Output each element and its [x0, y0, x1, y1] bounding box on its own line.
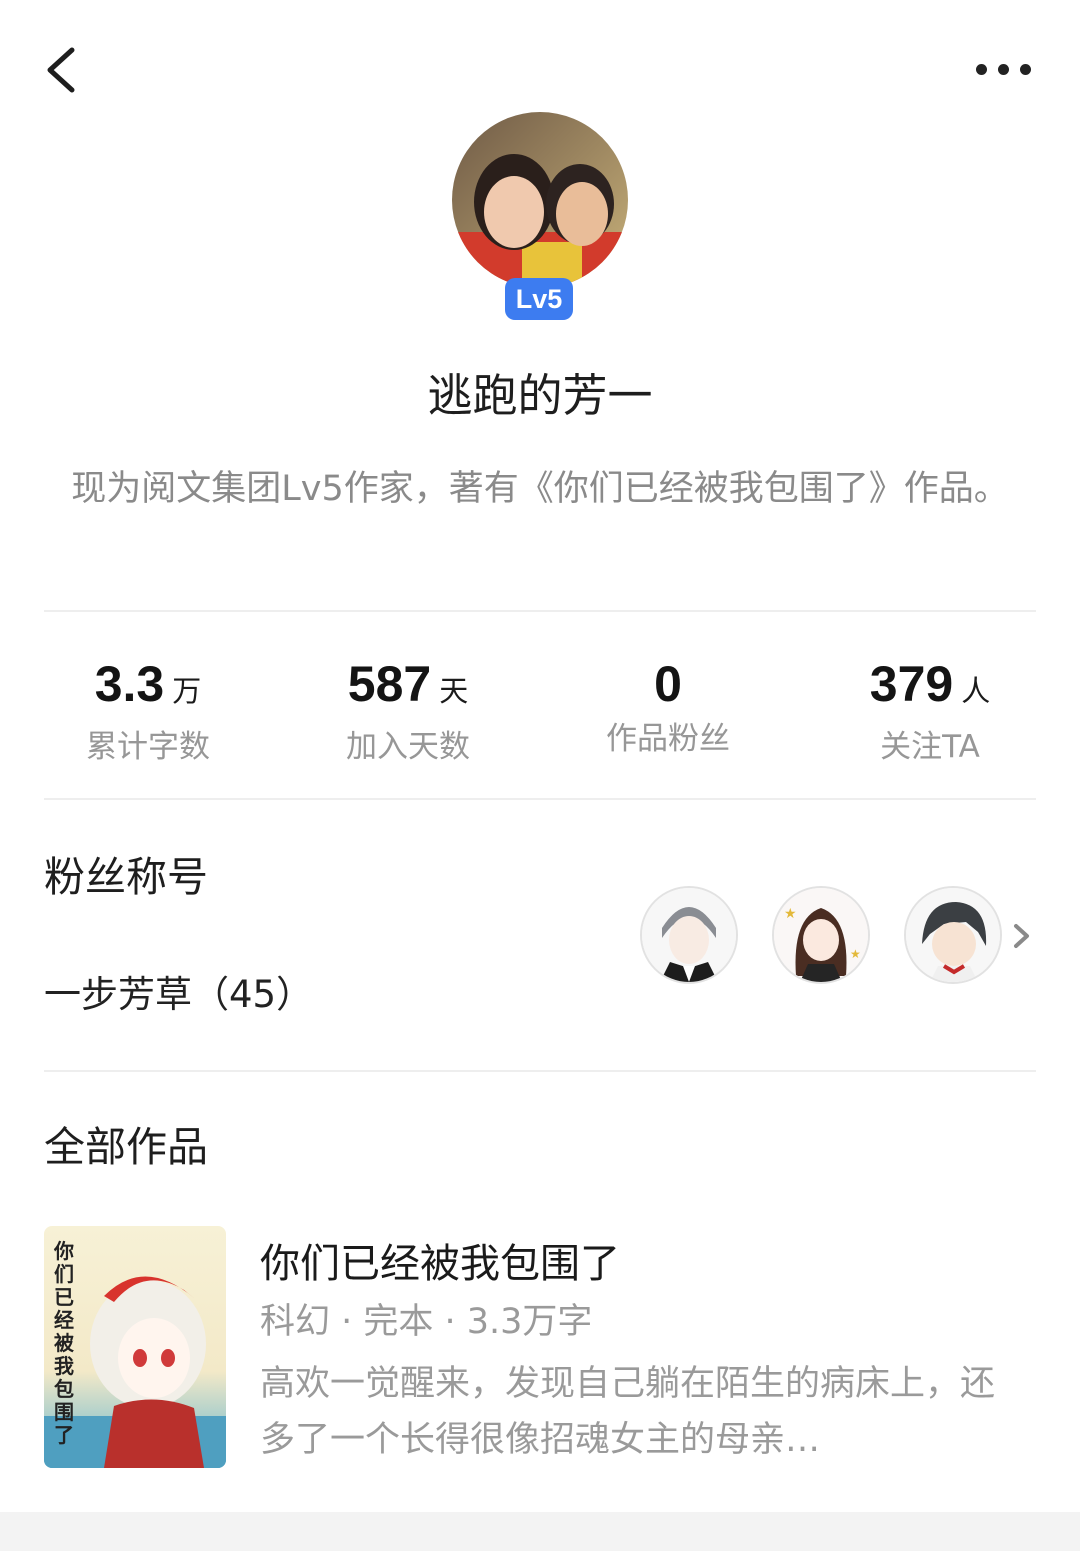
fan-avatar[interactable] — [640, 886, 738, 984]
stat-unit: 天 — [439, 676, 469, 708]
fan-title-name: 一步芳草（45） — [44, 973, 314, 1016]
more-dot — [1020, 64, 1031, 75]
stat-number: 0 — [654, 656, 682, 712]
book-cover[interactable]: 你们已经被我包围了 — [44, 1226, 226, 1468]
divider — [44, 1070, 1036, 1072]
stat-join-days: 587 天 加入天数 — [278, 652, 538, 768]
username: 逃跑的芳一 — [427, 369, 653, 422]
works-heading: 全部作品 — [44, 1123, 208, 1171]
fan-avatar-image — [906, 888, 1000, 982]
stat-label: 累计字数 — [86, 729, 210, 765]
more-horizontal-icon — [976, 64, 987, 75]
book-title[interactable]: 你们已经被我包围了 — [260, 1236, 620, 1292]
fan-avatar-image: ★ ★ — [774, 888, 868, 982]
stat-label: 关注TA — [880, 729, 980, 765]
more-dot — [998, 64, 1009, 75]
stat-word-count: 3.3 万 累计字数 — [18, 652, 278, 768]
chevron-right-icon — [1014, 924, 1029, 948]
fan-avatar-image — [642, 888, 736, 982]
stat-number: 587 — [347, 656, 432, 712]
level-badge: Lv5 — [505, 278, 573, 320]
avatar-photo — [452, 112, 628, 288]
stat-unit: 万 — [172, 676, 202, 708]
divider — [44, 798, 1036, 800]
bottom-spacer — [0, 1512, 1080, 1551]
fan-title-heading: 粉丝称号 — [44, 853, 208, 901]
svg-text:★: ★ — [784, 906, 797, 922]
stat-label: 作品粉丝 — [606, 721, 730, 757]
stat-following[interactable]: 379 人 关注TA — [800, 652, 1060, 768]
stat-value: 379 人 — [800, 652, 1060, 724]
stat-unit: 人 — [961, 676, 991, 708]
book-cover-title: 你们已经被我包围了 — [54, 1239, 74, 1447]
fan-list-next-button[interactable] — [1008, 916, 1034, 956]
chevron-left-icon — [47, 47, 75, 93]
book-description: 高欢一觉醒来，发现自己躺在陌生的病床上，还多了一个长得很像招魂女主的母亲… — [260, 1364, 996, 1460]
more-button[interactable] — [968, 52, 1038, 88]
stat-value: 3.3 万 — [18, 652, 278, 724]
fan-avatar[interactable]: ★ ★ — [772, 886, 870, 984]
stat-value: 0 — [538, 652, 798, 716]
book-meta: 科幻 · 完本 · 3.3万字 — [260, 1302, 593, 1342]
svg-text:★: ★ — [850, 947, 861, 961]
stat-number: 3.3 — [94, 656, 165, 712]
stat-value: 587 天 — [278, 652, 538, 724]
avatar[interactable] — [452, 112, 628, 288]
fan-avatar[interactable] — [904, 886, 1002, 984]
stat-number: 379 — [869, 656, 954, 712]
back-button[interactable] — [40, 42, 92, 98]
divider — [44, 610, 1036, 612]
bio-text: 现为阅文集团Lv5作家，著有《你们已经被我包围了》作品。 — [71, 469, 1009, 509]
stat-work-fans[interactable]: 0 作品粉丝 — [538, 652, 798, 760]
stat-label: 加入天数 — [346, 729, 470, 765]
